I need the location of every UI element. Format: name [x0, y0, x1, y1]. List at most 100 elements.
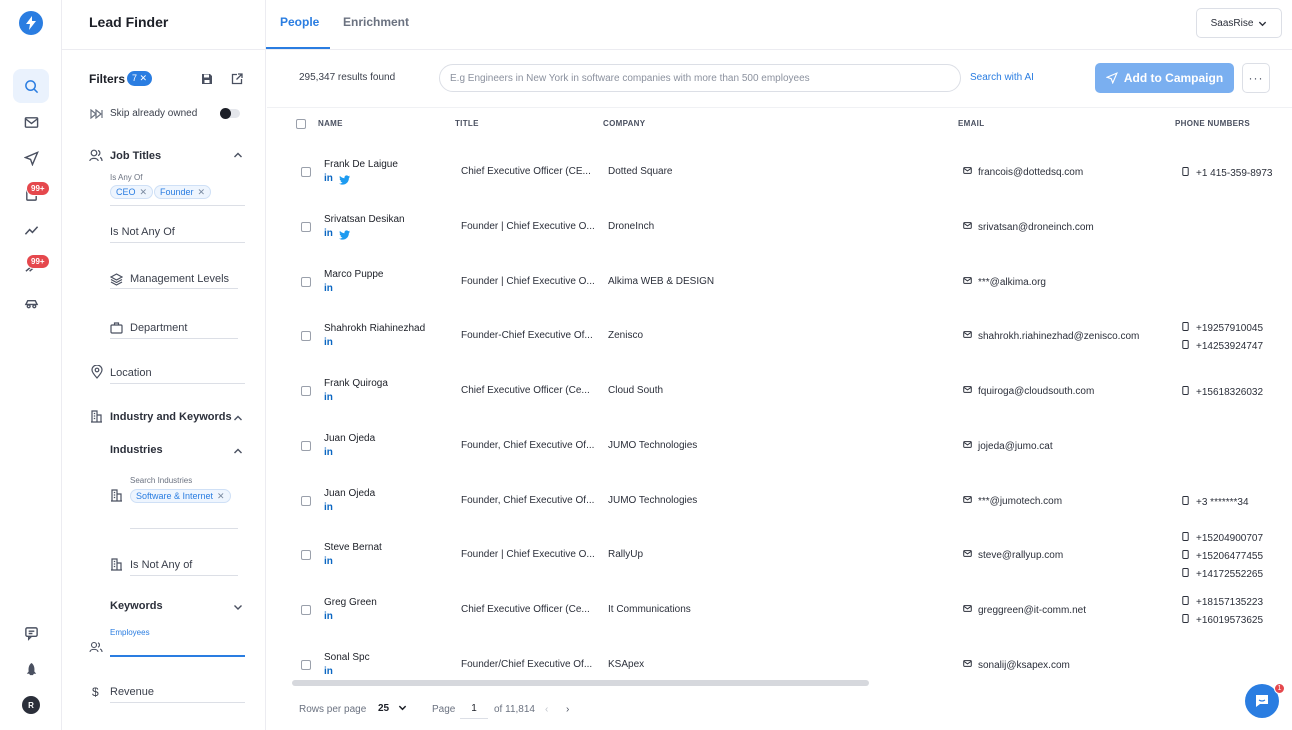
phone-number[interactable]: +18157135223: [1181, 596, 1263, 608]
email-cell[interactable]: francois@dottedsq.com: [963, 166, 1083, 178]
email-cell[interactable]: ***@alkima.org: [963, 276, 1046, 288]
phone-number[interactable]: +14172552265: [1181, 568, 1263, 580]
lead-name[interactable]: Steve Bernat: [324, 542, 382, 553]
chevron-left-icon[interactable]: ‹: [545, 704, 548, 715]
linkedin-icon[interactable]: in: [324, 284, 333, 294]
mail-icon[interactable]: [13, 105, 49, 139]
rocket-icon[interactable]: [13, 652, 49, 686]
col-company[interactable]: COMPANY: [603, 119, 645, 128]
chevron-up-icon[interactable]: [233, 150, 243, 163]
chevron-down-icon[interactable]: [233, 601, 243, 615]
linkedin-icon[interactable]: in: [324, 503, 333, 513]
lead-company[interactable]: Zenisco: [608, 330, 643, 341]
email-cell[interactable]: jojeda@jumo.cat: [963, 440, 1053, 452]
keywords-heading[interactable]: Keywords: [110, 600, 163, 612]
col-name[interactable]: NAME: [318, 119, 343, 128]
row-checkbox[interactable]: [301, 222, 311, 232]
phone-number[interactable]: +15204900707: [1181, 532, 1263, 544]
phone-number[interactable]: +3 *******34: [1181, 496, 1249, 508]
linkedin-icon[interactable]: in: [324, 448, 333, 458]
revenue-field[interactable]: Revenue: [110, 686, 154, 698]
send-icon[interactable]: [13, 141, 49, 175]
phone-number[interactable]: +15206477455: [1181, 550, 1263, 562]
chevron-right-icon[interactable]: ›: [566, 704, 569, 715]
department-field[interactable]: Department: [130, 322, 187, 334]
email-cell[interactable]: sonalij@ksapex.com: [963, 659, 1070, 671]
job-titles-heading[interactable]: Job Titles: [110, 150, 161, 162]
email-cell[interactable]: steve@rallyup.com: [963, 549, 1063, 561]
col-phone-numbers[interactable]: PHONE NUMBERS: [1175, 119, 1250, 128]
row-checkbox[interactable]: [301, 605, 311, 615]
linkedin-icon[interactable]: in: [324, 667, 333, 677]
location-field[interactable]: Location: [110, 367, 152, 379]
lead-company[interactable]: JUMO Technologies: [608, 440, 697, 451]
chevron-up-icon[interactable]: [233, 412, 243, 426]
rows-per-page-select[interactable]: 25: [378, 703, 407, 714]
lead-company[interactable]: It Communications: [608, 604, 691, 615]
phone-number[interactable]: +14253924747: [1181, 340, 1263, 352]
email-cell[interactable]: greggreen@it-comm.net: [963, 604, 1086, 616]
lead-company[interactable]: JUMO Technologies: [608, 495, 697, 506]
linkedin-icon[interactable]: in: [324, 338, 333, 348]
row-checkbox[interactable]: [301, 550, 311, 560]
analytics-icon[interactable]: [13, 213, 49, 247]
lead-name[interactable]: Frank Quiroga: [324, 378, 388, 389]
row-checkbox[interactable]: [301, 386, 311, 396]
save-filter-icon[interactable]: [201, 73, 213, 88]
lead-name[interactable]: Juan Ojeda: [324, 488, 375, 499]
management-levels-field[interactable]: Management Levels: [130, 273, 229, 285]
external-link-icon[interactable]: [231, 73, 243, 88]
lead-name[interactable]: Srivatsan Desikan: [324, 214, 405, 225]
linkedin-icon[interactable]: in: [324, 612, 333, 622]
col-title[interactable]: TITLE: [455, 119, 479, 128]
select-all-checkbox[interactable]: [296, 119, 306, 129]
email-cell[interactable]: srivatsan@droneinch.com: [963, 221, 1094, 233]
filters-count-badge[interactable]: 7 ✕: [127, 71, 153, 86]
lead-company[interactable]: DroneInch: [608, 221, 654, 232]
tag-software-internet[interactable]: Software & Internet ✕: [130, 489, 231, 503]
employees-input[interactable]: [110, 639, 245, 657]
industry-keywords-heading[interactable]: Industry and Keywords: [110, 411, 232, 423]
lead-company[interactable]: KSApex: [608, 659, 644, 670]
row-checkbox[interactable]: [301, 441, 311, 451]
search-icon[interactable]: [13, 69, 49, 103]
email-cell[interactable]: fquiroga@cloudsouth.com: [963, 385, 1094, 397]
page-input[interactable]: 1: [460, 699, 488, 719]
lead-company[interactable]: Dotted Square: [608, 166, 673, 177]
phone-number[interactable]: +19257910045: [1181, 322, 1263, 334]
skip-owned-toggle[interactable]: [220, 108, 240, 119]
linkedin-icon[interactable]: in: [324, 393, 333, 403]
row-checkbox[interactable]: [301, 277, 311, 287]
lead-company[interactable]: RallyUp: [608, 549, 643, 560]
lead-name[interactable]: Frank De Laigue: [324, 159, 398, 170]
lead-company[interactable]: Alkima WEB & DESIGN: [608, 276, 714, 287]
chevron-up-icon[interactable]: [233, 445, 243, 459]
linkedin-icon[interactable]: in: [324, 229, 333, 243]
tab-enrichment[interactable]: Enrichment: [343, 15, 409, 29]
lead-name[interactable]: Juan Ojeda: [324, 433, 375, 444]
email-cell[interactable]: ***@jumotech.com: [963, 495, 1062, 507]
industries-not-any-field[interactable]: Is Not Any of: [130, 559, 192, 571]
phone-number[interactable]: +16019573625: [1181, 614, 1263, 626]
linkedin-icon[interactable]: in: [324, 174, 333, 188]
search-input[interactable]: [439, 64, 961, 92]
tab-people[interactable]: People: [280, 15, 319, 29]
integrations-icon[interactable]: [13, 286, 49, 320]
close-icon[interactable]: ✕: [198, 187, 206, 197]
twitter-icon[interactable]: [338, 174, 350, 188]
search-with-ai-link[interactable]: Search with AI: [970, 72, 1034, 83]
linkedin-icon[interactable]: in: [324, 557, 333, 567]
row-checkbox[interactable]: [301, 331, 311, 341]
lead-company[interactable]: Cloud South: [608, 385, 663, 396]
phone-number[interactable]: +15618326032: [1181, 386, 1263, 398]
lead-name[interactable]: Sonal Spc: [324, 652, 370, 663]
job-not-any-of-field[interactable]: Is Not Any Of: [110, 226, 175, 238]
row-checkbox[interactable]: [301, 660, 311, 670]
close-icon[interactable]: ✕: [140, 187, 148, 197]
twitter-icon[interactable]: [338, 229, 350, 243]
bolt-logo-icon[interactable]: [19, 11, 43, 35]
lead-name[interactable]: Greg Green: [324, 597, 377, 608]
tag-founder[interactable]: Founder ✕: [154, 185, 212, 199]
email-cell[interactable]: shahrokh.riahinezhad@zenisco.com: [963, 330, 1139, 342]
lead-name[interactable]: Shahrokh Riahinezhad: [324, 323, 425, 334]
